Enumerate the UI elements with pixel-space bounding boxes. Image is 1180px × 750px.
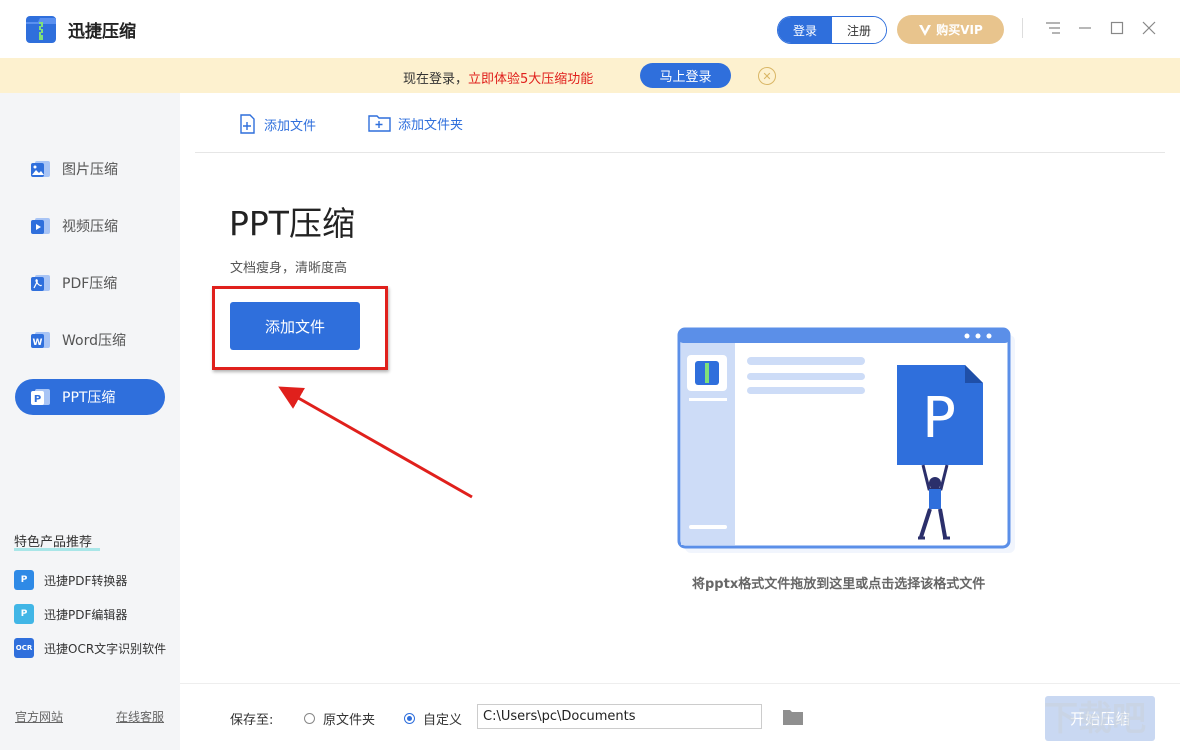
radio-original-dot[interactable]	[304, 713, 315, 724]
maximize-icon[interactable]	[1107, 18, 1127, 38]
title-bar: 迅捷压缩 登录 注册 购买VIP	[0, 0, 1180, 58]
page-title: PPT压缩	[229, 204, 355, 243]
add-file-label: 添加文件	[264, 118, 317, 134]
notice-text: 现在登录，立即体验5大压缩功能	[403, 68, 593, 87]
featured-pdf-editor[interactable]: P 迅捷PDF编辑器	[14, 604, 127, 624]
radio-custom-label: 自定义	[423, 713, 463, 728]
featured-label: 迅捷PDF转换器	[44, 573, 128, 588]
start-compress-button[interactable]: 开始压缩	[1045, 696, 1155, 741]
image-icon	[31, 161, 50, 177]
radio-original-label: 原文件夹	[323, 713, 376, 728]
sidebar-item-label: PPT压缩	[62, 390, 116, 406]
featured-ocr[interactable]: OCR 迅捷OCR文字识别软件	[14, 638, 166, 658]
quick-login-button[interactable]: 马上登录	[640, 63, 731, 88]
svg-text:W: W	[33, 338, 43, 348]
featured-label: 迅捷OCR文字识别软件	[44, 641, 167, 656]
ppt-drop-illustration: P	[677, 327, 1015, 553]
svg-text:P: P	[34, 394, 41, 405]
minimize-icon[interactable]	[1075, 18, 1095, 38]
add-folder-label: 添加文件夹	[398, 117, 464, 133]
sidebar-item-word[interactable]: W Word压缩	[15, 322, 165, 358]
auth-button-group: 登录 注册	[777, 16, 887, 44]
notice-close-icon[interactable]: ✕	[758, 67, 776, 85]
add-folder-icon	[368, 115, 391, 132]
login-button[interactable]: 登录	[778, 17, 832, 43]
register-button[interactable]: 注册	[832, 17, 886, 43]
main-panel: 添加文件 添加文件夹 PPT压缩 文档瘦身，清晰度高 添加文件 P 将pptx格…	[180, 93, 1180, 683]
toolbar-add-file-button[interactable]: 添加文件	[236, 113, 316, 135]
notice-prefix: 现在登录，	[403, 72, 469, 87]
sidebar-item-label: 视频压缩	[62, 219, 118, 235]
folder-icon[interactable]	[782, 708, 804, 726]
sidebar-item-video[interactable]: 视频压缩	[15, 208, 165, 244]
drop-hint-text: 将pptx格式文件拖放到这里或点击选择该格式文件	[692, 577, 986, 592]
ppt-icon: P	[31, 389, 50, 405]
notice-highlight: 立即体验5大压缩功能	[468, 72, 594, 87]
illustration-letter: P	[922, 386, 956, 451]
title-divider	[1022, 18, 1023, 38]
sidebar: 图片压缩 视频压缩 PDF压缩 W Word压缩 P PPT压缩 特色产品推荐 …	[0, 93, 180, 750]
save-path-input[interactable]	[477, 704, 762, 729]
buy-vip-button[interactable]: 购买VIP	[897, 15, 1004, 44]
online-support-link[interactable]: 在线客服	[116, 708, 164, 725]
radio-custom-folder[interactable]: 自定义	[404, 709, 462, 728]
save-to-label: 保存至:	[230, 713, 274, 728]
pdf-editor-icon: P	[14, 604, 34, 624]
toolbar-divider	[195, 152, 1165, 153]
add-file-icon	[240, 114, 255, 134]
buy-vip-label: 购买VIP	[936, 23, 983, 37]
sidebar-item-image[interactable]: 图片压缩	[15, 151, 165, 187]
vip-v-icon	[919, 24, 932, 36]
zip-folder-icon	[26, 16, 56, 43]
featured-pdf-converter[interactable]: P 迅捷PDF转换器	[14, 570, 127, 590]
close-icon[interactable]	[1139, 18, 1159, 38]
login-notice-bar: 现在登录，立即体验5大压缩功能 马上登录 ✕	[0, 58, 1180, 93]
sidebar-item-label: 图片压缩	[62, 162, 118, 178]
pdf-converter-icon: P	[14, 570, 34, 590]
sidebar-item-label: Word压缩	[62, 333, 126, 349]
add-file-button[interactable]: 添加文件	[230, 302, 360, 350]
featured-underline	[14, 548, 100, 551]
sidebar-item-label: PDF压缩	[62, 276, 118, 292]
featured-label: 迅捷PDF编辑器	[44, 607, 128, 622]
annotation-arrow-icon	[278, 386, 473, 499]
app-title: 迅捷压缩	[68, 22, 136, 42]
radio-custom-dot[interactable]	[404, 713, 415, 724]
official-website-link[interactable]: 官方网站	[15, 708, 63, 725]
page-subtitle: 文档瘦身，清晰度高	[230, 261, 348, 276]
hamburger-icon[interactable]	[1043, 18, 1063, 38]
sidebar-item-ppt[interactable]: P PPT压缩	[15, 379, 165, 415]
radio-original-folder[interactable]: 原文件夹	[304, 709, 375, 728]
toolbar-add-folder-button[interactable]: 添加文件夹	[368, 113, 463, 133]
word-icon: W	[31, 332, 50, 348]
pdf-icon	[31, 275, 50, 291]
sidebar-item-pdf[interactable]: PDF压缩	[15, 265, 165, 301]
video-icon	[31, 218, 50, 234]
bottom-bar: 保存至: 原文件夹 自定义 开始压缩	[180, 683, 1180, 750]
ocr-icon: OCR	[14, 638, 34, 658]
